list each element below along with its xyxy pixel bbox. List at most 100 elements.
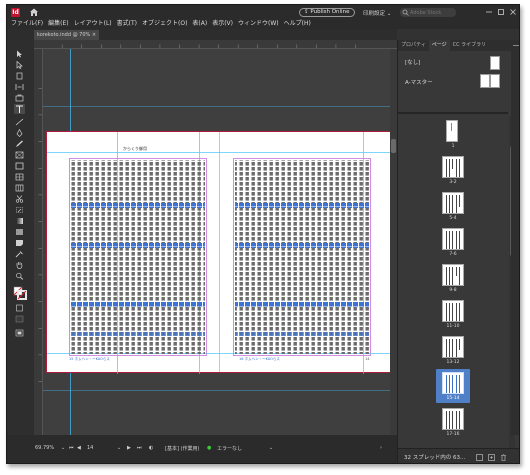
menu-type[interactable]: 書式(T) <box>117 19 137 29</box>
horizontal-grid-tool-icon[interactable] <box>15 173 24 181</box>
gradient-feather-tool-icon[interactable] <box>15 228 24 236</box>
stock-search-box[interactable] <box>400 8 456 17</box>
page-thumbnail[interactable] <box>442 192 464 214</box>
preflight-status[interactable]: エラーなし <box>217 445 242 452</box>
tab-pages[interactable]: ページ <box>428 40 450 51</box>
scroll-right-icon[interactable]: › <box>380 445 382 451</box>
publish-online-button[interactable]: ⇪ Publish Online <box>299 8 356 17</box>
line-tool-icon[interactable] <box>15 118 24 126</box>
zoom-tool-icon[interactable] <box>15 272 24 280</box>
master-none[interactable]: [なし] <box>405 58 420 66</box>
scissors-icon[interactable] <box>15 195 24 203</box>
maximize-icon[interactable] <box>497 8 505 16</box>
horizontal-ruler[interactable] <box>34 40 397 49</box>
canvas-scrollbar[interactable] <box>390 49 397 435</box>
thumbnail-text <box>452 195 453 213</box>
selection-tool-icon[interactable] <box>15 50 24 58</box>
prev-page-icon[interactable]: ◀ <box>77 445 81 451</box>
new-page-icon[interactable] <box>488 454 495 461</box>
rectangle-frame-tool-icon[interactable] <box>15 151 24 159</box>
page-thumbnail[interactable] <box>442 336 464 358</box>
home-icon[interactable] <box>29 7 39 17</box>
document-canvas[interactable]: からくり御用 15 ホムヘン・ーKAOらス 16 ホムヘン・ーKAOらス 14 <box>43 49 397 435</box>
menu-object[interactable]: オブジェクト(O) <box>142 19 187 29</box>
minimize-icon[interactable] <box>485 8 493 16</box>
master-a-right-thumbnail[interactable] <box>490 74 500 88</box>
apply-color-icon[interactable] <box>15 315 24 323</box>
rectangle-tool-icon[interactable] <box>15 162 24 170</box>
thumbnail-text <box>449 411 450 429</box>
stock-search-input[interactable] <box>410 8 454 17</box>
screen-mode-icon[interactable] <box>15 329 24 337</box>
ruler-guide[interactable] <box>43 390 397 391</box>
tab-properties[interactable]: プロパティ <box>398 40 429 51</box>
page-thumbnail[interactable] <box>442 300 464 322</box>
menu-view[interactable]: 表示(V) <box>212 19 233 29</box>
page-thumbnail[interactable] <box>442 408 464 430</box>
page-thumbnail-selected[interactable] <box>442 372 464 394</box>
page-dropdown-icon[interactable]: ⌄ <box>117 445 121 451</box>
zoom-dropdown-icon[interactable]: ⌄ <box>61 445 65 451</box>
thumbnail-text <box>446 159 447 177</box>
master-a-left-thumbnail[interactable] <box>480 74 490 88</box>
next-page-icon[interactable]: ▶ <box>127 445 131 451</box>
pencil-tool-icon[interactable] <box>15 140 24 148</box>
pen-tool-icon[interactable] <box>15 129 24 137</box>
menu-window[interactable]: ウィンドウ(W) <box>238 19 279 29</box>
close-icon[interactable] <box>509 8 517 16</box>
ruler-guide[interactable] <box>43 106 397 107</box>
dock-grip-icon[interactable] <box>513 45 519 46</box>
menu-table[interactable]: 表(A) <box>192 19 207 29</box>
tab-cc-libraries[interactable]: CC ライブラリ <box>450 40 490 51</box>
first-page-icon[interactable]: ⏮ <box>69 445 74 451</box>
vertical-ruler[interactable] <box>34 49 43 435</box>
hand-tool-icon[interactable] <box>15 261 24 269</box>
canvas-scrollbar-thumb[interactable] <box>391 139 396 153</box>
workspace-switcher[interactable]: 印刷設定 ⌄ <box>363 9 391 17</box>
eyedropper-tool-icon[interactable] <box>15 250 24 258</box>
spread-label: 11-10 <box>446 324 460 329</box>
page-tool-icon[interactable] <box>15 72 24 80</box>
thumbnail-text <box>446 411 447 429</box>
preflight-menu-icon[interactable]: ⌄ <box>269 445 273 451</box>
preflight-profile[interactable]: [基本] (作業用) <box>165 445 199 452</box>
menu-file[interactable]: ファイル(F) <box>11 19 43 29</box>
thumbnail-text <box>449 267 450 285</box>
thumbnail-text <box>456 195 457 213</box>
gap-tool-icon[interactable] <box>15 83 24 91</box>
menu-edit[interactable]: 編集(E) <box>48 19 68 29</box>
spread-label: 5-4 <box>449 216 457 221</box>
vertical-grid-tool-icon[interactable] <box>15 184 24 192</box>
document-tab[interactable]: korekoto.indd @ 70% × <box>34 30 100 40</box>
type-tool-active[interactable] <box>14 104 25 114</box>
preview-mode-icon[interactable]: ◐ <box>149 445 153 451</box>
thumbnail-text <box>459 339 460 350</box>
direct-selection-tool-icon[interactable] <box>15 61 24 69</box>
content-collector-icon[interactable] <box>15 94 24 102</box>
master-a[interactable]: A-マスター <box>405 78 433 86</box>
gradient-tool-icon[interactable] <box>15 217 24 225</box>
menu-help[interactable]: ヘルプ(H) <box>284 19 311 29</box>
panel-divider[interactable] <box>398 112 508 114</box>
menu-bar: ファイル(F) 編集(E) レイアウト(L) 書式(T) オブジェクト(O) 表… <box>7 19 519 29</box>
free-transform-tool-icon[interactable] <box>15 206 24 214</box>
thumbnail-text <box>459 303 460 321</box>
formatting-affects-container-icon[interactable] <box>15 304 24 312</box>
page-thumbnail[interactable] <box>442 228 464 250</box>
zoom-level[interactable]: 69.79% <box>35 445 54 451</box>
edit-page-size-icon[interactable] <box>476 454 483 461</box>
page-thumbnail[interactable] <box>442 156 464 178</box>
page-thumbnail[interactable] <box>442 264 464 286</box>
vertical-text-frames[interactable] <box>47 132 392 374</box>
last-page-icon[interactable]: ⏭ <box>137 445 142 451</box>
thumbnail-text <box>452 339 453 357</box>
page-field[interactable]: 14 <box>87 445 93 451</box>
menu-layout[interactable]: レイアウト(L) <box>74 19 112 29</box>
master-none-thumbnail[interactable] <box>490 56 500 70</box>
delete-page-icon[interactable] <box>500 454 507 461</box>
thumbnail-text <box>459 411 460 429</box>
page-thumbnail[interactable] <box>446 120 458 142</box>
page-spread[interactable]: からくり御用 15 ホムヘン・ーKAOらス 16 ホムヘン・ーKAOらス 14 <box>46 131 392 374</box>
fill-stroke-swatch-icon[interactable] <box>13 286 27 300</box>
note-tool-icon[interactable] <box>15 239 24 247</box>
